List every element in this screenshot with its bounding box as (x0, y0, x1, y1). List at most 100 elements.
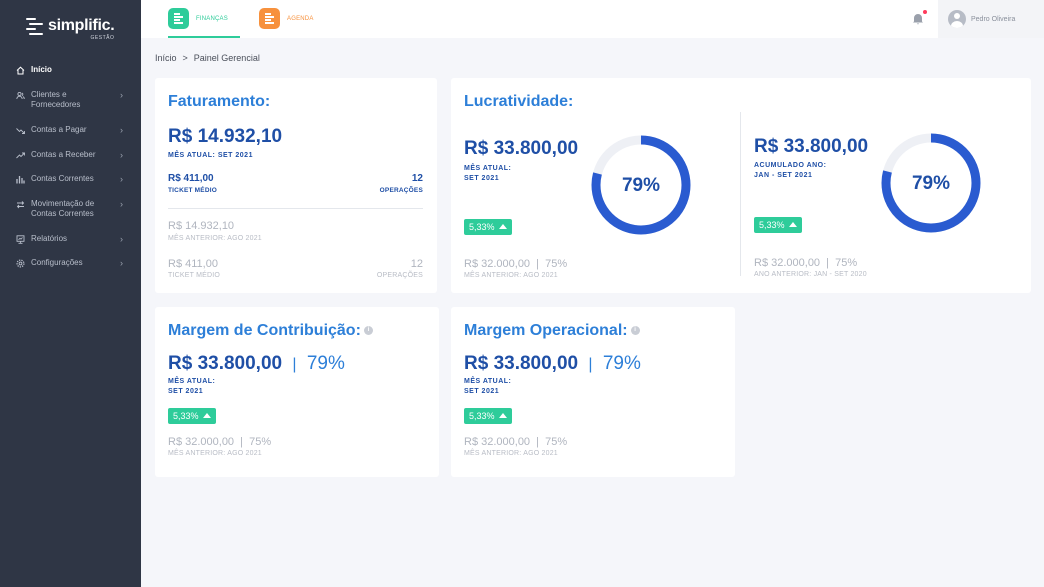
breadcrumb-home[interactable]: Início (155, 53, 177, 63)
period-label: MÊS ATUAL: SET 2021 (168, 152, 253, 159)
card-faturamento: Faturamento: R$ 14.932,10 MÊS ATUAL: SET… (155, 78, 437, 293)
trend-down-icon (16, 126, 25, 135)
period-label-date: SET 2021 (464, 388, 500, 395)
topbar: FINANÇAS AGENDA Pedro Oliveira (141, 0, 1044, 38)
chevron-right-icon: › (120, 258, 123, 268)
period-label-date: JAN - SET 2021 (754, 172, 813, 179)
chevron-right-icon: › (120, 174, 123, 184)
tab-label: FINANÇAS (196, 16, 228, 22)
prev-value: R$ 32.000,00 | 75% (464, 436, 568, 448)
sidebar-item-configuracoes[interactable]: Configurações › (0, 258, 141, 268)
card-margem-operacional: Margem Operacional: i R$ 33.800,00 | 79% … (451, 307, 735, 477)
sidebar-item-inicio[interactable]: Início (0, 65, 141, 75)
growth-badge: 5,33% (754, 217, 802, 233)
brand-sub: GESTÃO (90, 35, 115, 41)
donut-percent: 79% (911, 173, 951, 194)
prev-label: MÊS ANTERIOR: AGO 2021 (464, 272, 558, 279)
value-percent: 79% (602, 353, 641, 374)
value-separator: | (292, 356, 297, 373)
avatar (948, 10, 966, 28)
user-menu[interactable]: Pedro Oliveira (938, 0, 1044, 38)
sidebar: simplific. GESTÃO Início Clientes e Forn… (0, 0, 141, 587)
value-separator: | (588, 356, 593, 373)
bar-chart-icon (16, 175, 25, 184)
arrow-up-icon (498, 224, 507, 229)
sidebar-item-label: Relatórios (31, 234, 68, 243)
gear-icon (16, 259, 25, 268)
breadcrumb-current: Painel Gerencial (193, 53, 260, 63)
chevron-right-icon: › (120, 90, 123, 100)
agenda-app-icon (259, 8, 280, 29)
ticket-medio-label: TICKET MÉDIO (168, 187, 217, 194)
sidebar-item-contas-correntes[interactable]: Contas Correntes › (0, 174, 141, 184)
sidebar-item-label: Início (31, 65, 52, 74)
card-title-text: Margem Operacional: (464, 322, 628, 339)
growth-badge-value: 5,33% (469, 222, 495, 232)
card-title: Margem Operacional: i (464, 322, 640, 340)
notification-bell-icon[interactable] (912, 10, 927, 25)
sidebar-item-movimentacao[interactable]: Movimentação de Contas Correntes › (0, 199, 141, 219)
info-icon[interactable]: i (630, 326, 640, 336)
info-icon[interactable]: i (363, 326, 373, 336)
growth-badge-value: 5,33% (469, 411, 495, 421)
sidebar-item-label: Clientes e Fornecedores (31, 90, 81, 109)
growth-badge: 5,33% (168, 408, 216, 424)
arrow-up-icon (498, 413, 507, 418)
prev-label: MÊS ANTERIOR: AGO 2021 (168, 235, 262, 242)
growth-badge-value: 5,33% (173, 411, 199, 421)
tab-financas[interactable]: FINANÇAS (168, 8, 240, 38)
users-icon (16, 91, 25, 100)
donut-percent: 79% (621, 175, 661, 196)
value-percent: 79% (306, 353, 345, 374)
card-title: Lucratividade: (464, 93, 574, 110)
report-icon (16, 235, 25, 244)
growth-badge-value: 5,33% (759, 220, 785, 230)
prev-label: ANO ANTERIOR: JAN - SET 2020 (754, 271, 867, 278)
home-icon (16, 66, 25, 75)
lucratividade-year-value: R$ 33.800,00 (754, 136, 869, 157)
prev-ticket-value: R$ 411,00 (168, 258, 218, 270)
lucratividade-month-value: R$ 33.800,00 (464, 138, 579, 159)
value-amount: R$ 33.800,00 (168, 353, 283, 374)
sidebar-item-contas-receber[interactable]: Contas a Receber › (0, 150, 141, 160)
breadcrumb-separator: > (182, 53, 188, 63)
value-amount: R$ 33.800,00 (464, 353, 579, 374)
prev-value: R$ 32.000,00 | 75% (168, 436, 272, 448)
period-label: MÊS ATUAL: (464, 165, 512, 172)
card-lucratividade: Lucratividade: R$ 33.800,00 MÊS ATUAL: S… (451, 78, 1031, 293)
divider (740, 112, 741, 276)
prev-label: MÊS ANTERIOR: AGO 2021 (464, 450, 558, 457)
sidebar-item-label: Contas a Receber (31, 150, 96, 159)
period-label-date: SET 2021 (464, 175, 500, 182)
faturamento-value: R$ 14.932,10 (168, 126, 283, 147)
operacoes-label: OPERAÇÕES (379, 187, 423, 194)
logo-icon (26, 18, 44, 38)
brand-logo[interactable]: simplific. GESTÃO (26, 16, 115, 41)
sidebar-item-relatorios[interactable]: Relatórios › (0, 234, 141, 244)
arrow-up-icon (202, 413, 211, 418)
prev-operacoes-value: 12 (410, 258, 423, 270)
period-label-date: SET 2021 (168, 388, 204, 395)
sidebar-item-label: Contas a Pagar (31, 125, 87, 134)
growth-badge: 5,33% (464, 408, 512, 424)
chevron-right-icon: › (120, 125, 123, 135)
sidebar-item-contas-pagar[interactable]: Contas a Pagar › (0, 125, 141, 135)
ticket-medio-value: R$ 411,00 (168, 173, 214, 184)
growth-badge: 5,33% (464, 219, 512, 235)
card-margem-contribuicao: Margem de Contribuição: i R$ 33.800,00 | … (155, 307, 439, 477)
margem-operacional-value: R$ 33.800,00 | 79% (464, 353, 641, 375)
user-name: Pedro Oliveira (971, 15, 1016, 23)
period-label: MÊS ATUAL: (464, 378, 512, 385)
card-title: Faturamento: (168, 93, 271, 110)
period-label: MÊS ATUAL: (168, 378, 216, 385)
sidebar-item-clientes[interactable]: Clientes e Fornecedores › (0, 90, 141, 110)
chevron-right-icon: › (120, 199, 123, 209)
finance-app-icon (168, 8, 189, 29)
margem-contribuicao-value: R$ 33.800,00 | 79% (168, 353, 345, 375)
sidebar-item-label: Configurações (31, 258, 83, 267)
prev-ticket-label: TICKET MÉDIO (168, 272, 221, 279)
trend-up-icon (16, 151, 25, 160)
arrow-up-icon (788, 222, 797, 227)
sidebar-item-label: Contas Correntes (31, 174, 94, 183)
tab-agenda[interactable]: AGENDA (259, 8, 314, 38)
